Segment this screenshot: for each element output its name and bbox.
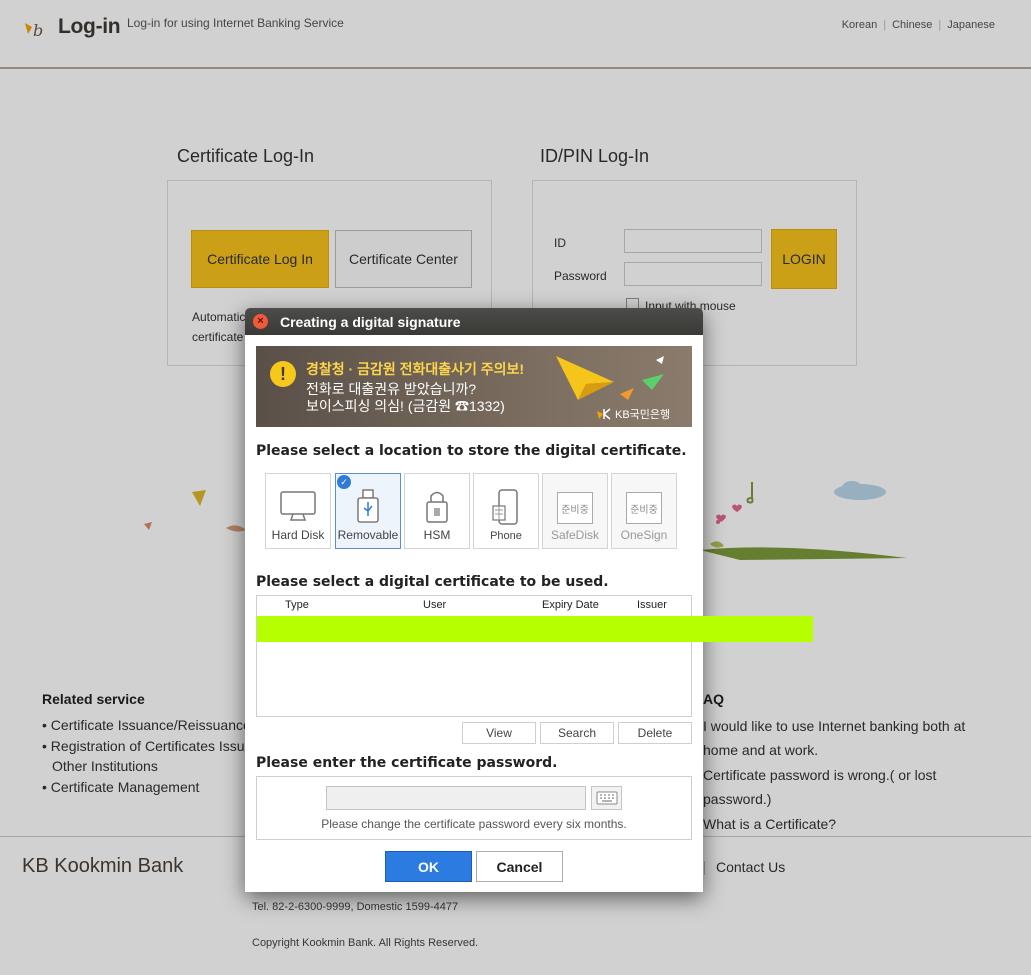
storage-removable[interactable]: ✓ Removable xyxy=(335,473,401,549)
dialog-title: Creating a digital signature xyxy=(280,314,461,330)
monitor-icon xyxy=(280,491,316,521)
banner-line3: 보이스피싱 의심! (금감원 ☎1332) xyxy=(306,398,505,414)
select-certificate-heading: Please select a digital certificate to b… xyxy=(256,574,609,590)
banner-brand-label: KB국민은행 xyxy=(615,409,671,421)
dialog-titlebar[interactable]: × Creating a digital signature xyxy=(245,308,703,335)
paper-plane-icon xyxy=(556,356,664,400)
banner-line1: 경찰청 · 금감원 전화대출사기 주의보! xyxy=(306,361,525,377)
virtual-keyboard-button[interactable] xyxy=(591,786,622,810)
digital-signature-dialog: × Creating a digital signature ! 경찰청 · 금… xyxy=(245,308,703,892)
storage-onesign: 준비중 OneSign xyxy=(611,473,677,549)
certificate-row-selected[interactable] xyxy=(257,616,813,642)
storage-safedisk: 준비중 SafeDisk xyxy=(542,473,608,549)
column-user[interactable]: User xyxy=(423,599,446,611)
password-heading: Please enter the certificate password. xyxy=(256,755,558,771)
phone-icon xyxy=(492,489,518,525)
preparing-icon: 준비중 xyxy=(557,492,593,524)
lock-icon xyxy=(426,491,448,523)
kb-star-icon xyxy=(597,408,611,420)
checkmark-icon: ✓ xyxy=(337,475,351,489)
warning-icon: ! xyxy=(270,361,296,387)
password-hint: Please change the certificate password e… xyxy=(321,817,627,831)
search-button[interactable]: Search xyxy=(540,722,614,744)
banner-brand: KB국민은행 xyxy=(596,406,670,422)
usb-drive-icon xyxy=(357,489,379,523)
storage-hsm[interactable]: HSM xyxy=(404,473,470,549)
storage-label: HSM xyxy=(423,528,451,542)
close-icon[interactable]: × xyxy=(253,314,268,329)
storage-label: Removable xyxy=(337,528,399,542)
view-button[interactable]: View xyxy=(462,722,536,744)
certificate-password-input[interactable] xyxy=(326,786,586,810)
password-panel: Please change the certificate password e… xyxy=(256,776,692,840)
storage-hard-disk[interactable]: Hard Disk xyxy=(265,473,331,549)
preparing-icon: 준비중 xyxy=(626,492,662,524)
storage-phone[interactable]: Phone xyxy=(473,473,539,549)
storage-label: Phone xyxy=(490,530,522,542)
phishing-warning-banner[interactable]: ! 경찰청 · 금감원 전화대출사기 주의보! 전화로 대출권유 받았습니까? … xyxy=(256,346,692,427)
certificate-table[interactable]: Type User Expiry Date Issuer xyxy=(256,595,692,717)
keyboard-icon xyxy=(596,791,617,805)
ok-button[interactable]: OK xyxy=(385,851,472,882)
column-type[interactable]: Type xyxy=(285,599,309,611)
store-location-heading: Please select a location to store the di… xyxy=(256,443,687,459)
delete-button[interactable]: Delete xyxy=(618,722,692,744)
storage-label: SafeDisk xyxy=(550,528,600,542)
storage-label: OneSign xyxy=(620,528,668,542)
column-expiry-date[interactable]: Expiry Date xyxy=(542,599,599,611)
column-issuer[interactable]: Issuer xyxy=(637,599,667,611)
storage-label: Hard Disk xyxy=(271,528,325,542)
cancel-button[interactable]: Cancel xyxy=(476,851,563,882)
